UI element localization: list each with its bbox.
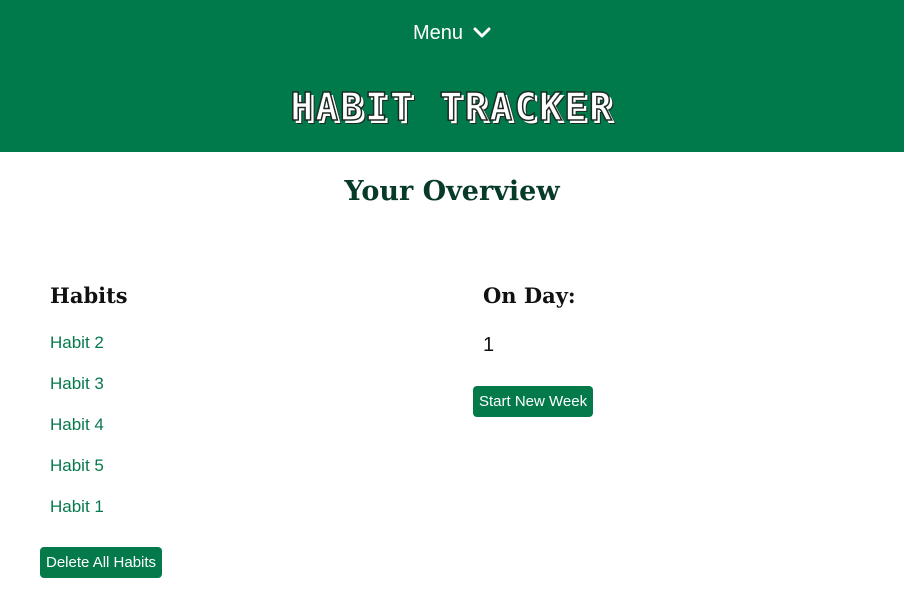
habit-link[interactable]: Habit 2	[50, 330, 104, 371]
site-header: Menu HABIT TRACKER	[0, 0, 904, 152]
habit-link[interactable]: Habit 5	[50, 453, 104, 494]
habit-link[interactable]: Habit 1	[50, 494, 104, 535]
habits-heading: Habits	[50, 283, 128, 308]
chevron-down-icon	[473, 27, 491, 39]
habit-link[interactable]: Habit 3	[50, 371, 104, 412]
menu-label: Menu	[412, 21, 464, 44]
app-title: HABIT TRACKER	[290, 84, 614, 130]
page-title: Your Overview	[344, 176, 560, 207]
menu-toggle[interactable]: Menu	[0, 18, 904, 48]
delete-all-habits-button[interactable]: Delete All Habits	[40, 547, 163, 578]
on-day-heading: On Day:	[483, 283, 576, 308]
habits-section: Habits Habit 2 Habit 3 Habit 4 Habit 5 H…	[50, 280, 450, 516]
habit-list: Habit 2 Habit 3 Habit 4 Habit 5 Habit 1	[50, 330, 104, 535]
habit-link[interactable]: Habit 4	[50, 412, 104, 453]
day-section: On Day: 1	[483, 280, 863, 356]
day-count: 1	[483, 334, 495, 356]
start-new-week-button[interactable]: Start New Week	[473, 386, 594, 417]
